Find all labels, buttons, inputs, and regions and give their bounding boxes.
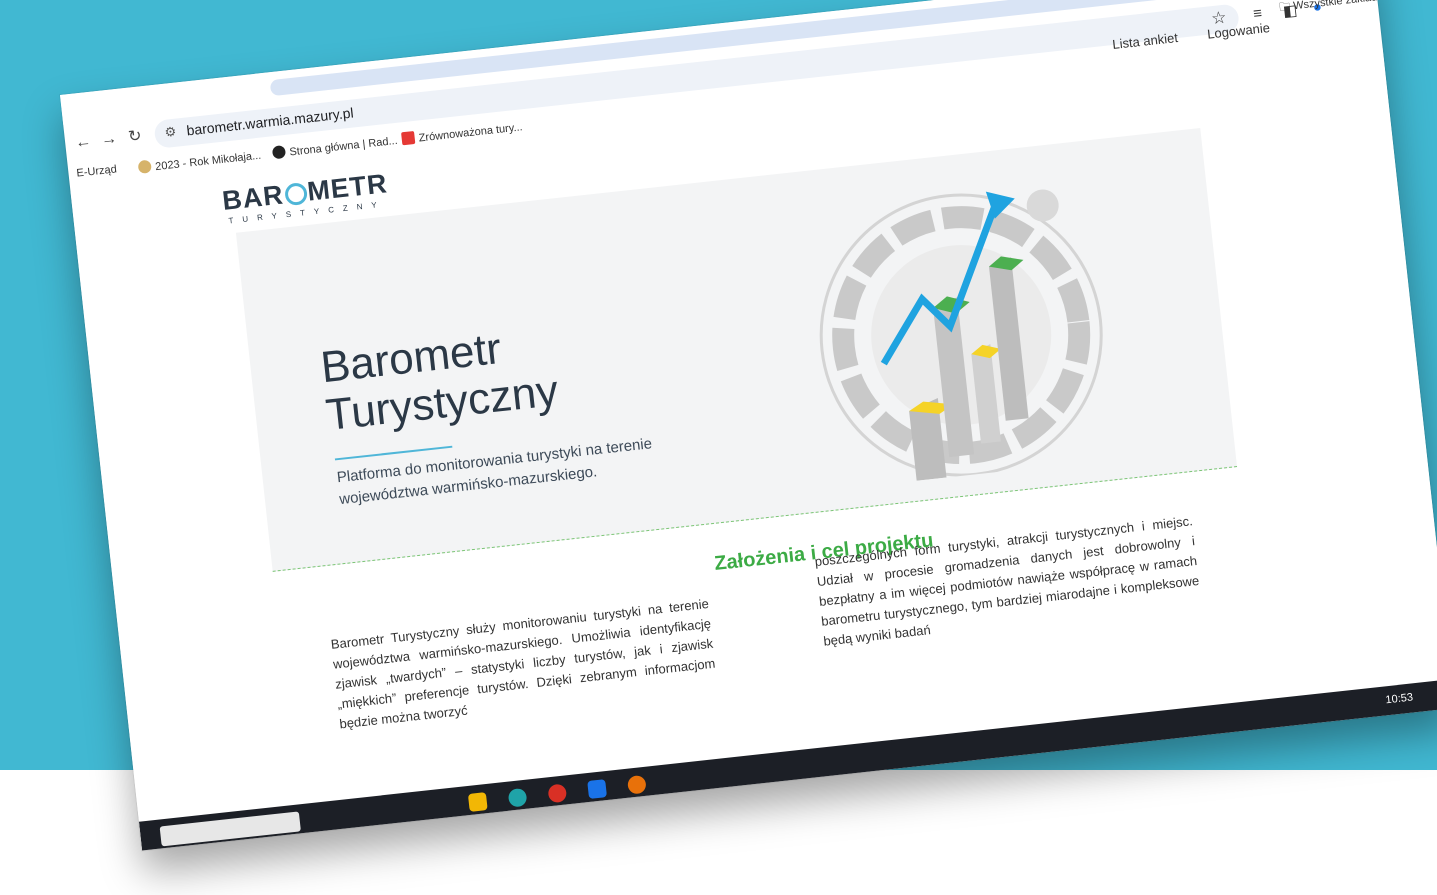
- site-logo[interactable]: BAR METR TURYSTYCZNY: [221, 168, 390, 226]
- url-text[interactable]: barometr.warmia.mazury.pl: [186, 104, 355, 138]
- hero-title: Barometr Turystyczny: [318, 324, 561, 440]
- section-text-left: Barometr Turystyczny służy monitorowaniu…: [330, 595, 716, 732]
- app-icon[interactable]: [626, 774, 647, 795]
- file-explorer-icon[interactable]: [467, 792, 488, 812]
- section-text-right: poszczególnych form turystyki, atrakcji …: [814, 513, 1200, 649]
- reload-icon[interactable]: ↻: [124, 126, 146, 148]
- bookmark-item[interactable]: E-Urząd: [76, 163, 117, 179]
- chrome-icon[interactable]: [547, 783, 568, 804]
- store-icon[interactable]: [587, 779, 608, 799]
- site-info-icon[interactable]: ⚙: [164, 124, 177, 141]
- bookmark-favicon-icon: [401, 130, 416, 146]
- bookmark-favicon-icon: [271, 145, 287, 160]
- hero-subtitle: Platforma do monitorowania turystyki na …: [336, 435, 653, 509]
- forward-icon[interactable]: →: [98, 129, 120, 151]
- web-page: BAR METR TURYSTYCZNY Lista ankiet Logowan…: [70, 20, 1437, 851]
- browser-window: ← → ↻ ⚙ barometr.warmia.mazury.pl ☆ ≡ ◧ …: [60, 0, 1437, 851]
- back-icon[interactable]: ←: [72, 132, 94, 154]
- clock[interactable]: 10:53: [1385, 691, 1414, 706]
- growth-chart-illustration-icon: [819, 189, 1103, 481]
- compass-icon: [283, 182, 308, 207]
- bookmark-favicon-icon: [137, 159, 152, 174]
- edge-icon[interactable]: [507, 787, 528, 808]
